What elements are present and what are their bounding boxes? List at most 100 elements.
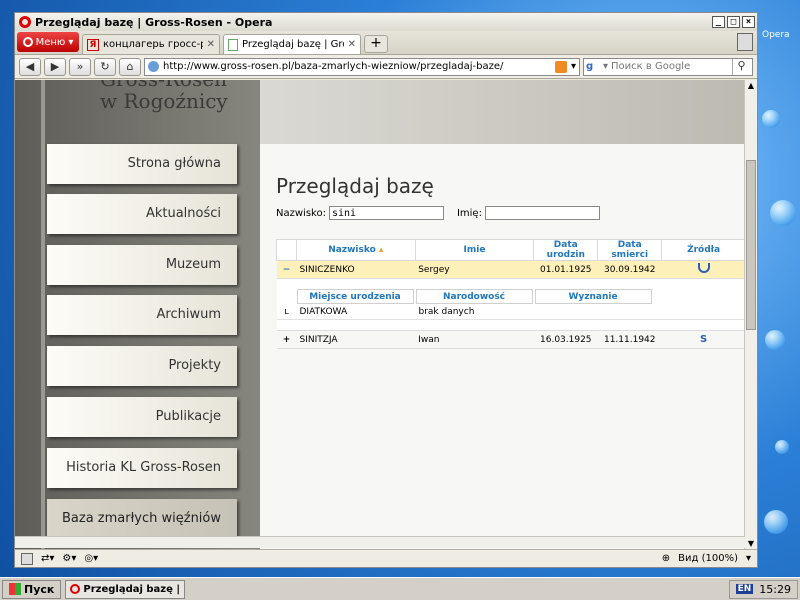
results-table: Nazwisko ▴ Imie Data urodzin Data smierc…: [276, 239, 745, 349]
chevron-down-icon: ▾: [68, 36, 74, 48]
water-drop: [762, 110, 780, 128]
column-imie[interactable]: Imie: [414, 239, 535, 261]
detail-col-miejsce: Miejsce urodzenia: [296, 289, 414, 304]
nav-projekty[interactable]: Projekty: [47, 346, 237, 386]
surname-input[interactable]: [328, 206, 444, 220]
cell-source: [661, 260, 745, 279]
cell-surname: SINICZENKO: [296, 260, 416, 279]
status-bar: ⇄▾ ⚙▾ ◎▾ ⊕ Вид (100%) ▾: [15, 549, 757, 567]
search-field[interactable]: g ▾ Поиск в Google ⚲: [583, 57, 753, 76]
table-row[interactable]: − SINICZENKO Sergey 01.01.1925 30.09.194…: [276, 260, 745, 279]
reload-button[interactable]: ↻: [94, 57, 116, 76]
toggle-header: [276, 239, 297, 261]
opera-logo-icon: [22, 37, 33, 47]
nav-archiwum[interactable]: Archiwum: [47, 295, 237, 335]
column-nazwisko[interactable]: Nazwisko ▴: [295, 239, 416, 261]
search-placeholder: Поиск в Google: [611, 61, 691, 72]
desktop-icon-label[interactable]: Opera: [762, 30, 790, 40]
trash-icon[interactable]: [737, 33, 753, 51]
sort-icon[interactable]: ▴: [379, 245, 384, 255]
nav-muzeum[interactable]: Muzeum: [47, 245, 237, 285]
search-icon[interactable]: ⚲: [732, 58, 750, 75]
detail-col-narodowosc: Narodowość: [415, 289, 533, 304]
task-label: Przeglądaj bazę | Gro...: [83, 583, 184, 595]
water-drop: [764, 510, 788, 534]
scroll-thumb[interactable]: [746, 160, 756, 330]
detail-values: ʟ DIATKOWA brak danych: [276, 304, 745, 320]
source-s-icon[interactable]: S: [697, 334, 711, 345]
detail-row: Miejsce urodzenia Narodowość Wyznanie ʟ …: [276, 278, 745, 331]
language-indicator[interactable]: EN: [735, 584, 754, 594]
browser-window: Przeglądaj bazę | Gross-Rosen - Opera _ …: [14, 12, 758, 568]
new-tab-button[interactable]: +: [364, 35, 388, 53]
cell-born: 01.01.1925: [533, 260, 598, 279]
tab-yandex[interactable]: Я концлагерь гросс-розе... ✕: [82, 34, 220, 54]
vertical-scrollbar[interactable]: ▲ ▼: [744, 80, 757, 550]
horizontal-scrollbar[interactable]: [15, 536, 745, 548]
nav-aktualnosci[interactable]: Aktualności: [47, 194, 237, 234]
sync-icon[interactable]: ⇄▾: [41, 553, 54, 564]
fast-forward-button[interactable]: »: [69, 57, 91, 76]
table-row[interactable]: + SINITZJA Iwan 16.03.1925 11.11.1942 S: [276, 330, 745, 349]
nav-baza-zmarlych[interactable]: Baza zmarłych więźniów: [47, 499, 237, 539]
close-tab-icon[interactable]: ✕: [348, 39, 356, 50]
main-content: Przeglądaj bazę Nazwisko: Imię: Nazwisko…: [260, 144, 745, 550]
detail-marker: ʟ: [284, 306, 289, 317]
tab-label: концлагерь гросс-розе...: [103, 39, 203, 50]
column-data-smierci[interactable]: Data smierci: [597, 239, 663, 261]
back-button[interactable]: ◀: [19, 57, 41, 76]
home-button[interactable]: ⌂: [119, 57, 141, 76]
start-button[interactable]: Пуск: [2, 579, 62, 599]
rss-icon[interactable]: [554, 60, 567, 73]
taskbar: Пуск Przeglądaj bazę | Gro... EN 15:29: [0, 577, 800, 600]
google-icon: g: [586, 60, 594, 72]
collapse-toggle[interactable]: −: [276, 260, 297, 279]
menu-label: Меню: [35, 36, 66, 48]
chevron-down-icon[interactable]: ▾: [603, 61, 608, 72]
maximize-button[interactable]: □: [727, 16, 740, 28]
nav-historia[interactable]: Historia KL Gross-Rosen: [47, 448, 237, 488]
cell-source: S: [661, 330, 745, 349]
cell-firstname: Iwan: [415, 330, 534, 349]
column-label: Nazwisko: [328, 245, 376, 255]
globe-icon: [148, 61, 159, 72]
turbo-icon[interactable]: ⚙▾: [62, 553, 76, 564]
close-button[interactable]: ×: [742, 16, 755, 28]
barbed-wire-decoration: [41, 80, 45, 550]
surname-label: Nazwisko:: [276, 207, 326, 219]
source-u-icon[interactable]: [697, 263, 710, 273]
column-data-urodzin[interactable]: Data urodzin: [533, 239, 599, 261]
opera-menu-button[interactable]: Меню ▾: [17, 32, 79, 52]
nav-strona-glowna[interactable]: Strona główna: [47, 144, 237, 184]
page-title: Przeglądaj bazę: [276, 174, 434, 198]
zoom-label[interactable]: Вид (100%): [678, 553, 738, 564]
start-label: Пуск: [24, 582, 55, 596]
scroll-up-icon[interactable]: ▲: [745, 80, 757, 92]
site-logo[interactable]: Gross-Rosen w Rogoźnicy: [100, 80, 228, 112]
water-drop: [770, 200, 796, 226]
cell-surname: SINITZJA: [296, 330, 416, 349]
nav-publikacje[interactable]: Publikacje: [47, 397, 237, 437]
panel-toggle-icon[interactable]: [21, 552, 33, 565]
firstname-input[interactable]: [484, 206, 600, 220]
url-text: http://www.gross-rosen.pl/baza-zmarlych-…: [163, 61, 504, 72]
tab-gross-rosen[interactable]: Przeglądaj bazę | Gross-... ✕: [223, 34, 361, 54]
unite-icon[interactable]: ◎▾: [84, 553, 98, 564]
chevron-down-icon[interactable]: ▾: [571, 61, 576, 72]
taskbar-item-opera[interactable]: Przeglądaj bazę | Gro...: [65, 579, 186, 599]
windows-logo-icon: [9, 583, 21, 595]
detail-birthplace: DIATKOWA: [299, 306, 348, 317]
clock[interactable]: 15:29: [759, 583, 791, 596]
page-icon: [228, 38, 238, 51]
close-tab-icon[interactable]: ✕: [207, 39, 215, 50]
zoom-icon[interactable]: ⊕: [662, 553, 670, 564]
cell-born: 16.03.1925: [533, 330, 598, 349]
url-field[interactable]: http://www.gross-rosen.pl/baza-zmarlych-…: [144, 57, 580, 76]
table-header: Nazwisko ▴ Imie Data urodzin Data smierc…: [276, 239, 745, 261]
minimize-button[interactable]: _: [712, 16, 725, 28]
opera-logo-icon: [19, 16, 31, 28]
expand-toggle[interactable]: +: [276, 330, 297, 349]
column-zrodla: Źródła: [661, 239, 745, 261]
forward-button[interactable]: ▶: [44, 57, 66, 76]
chevron-down-icon[interactable]: ▾: [746, 553, 751, 564]
